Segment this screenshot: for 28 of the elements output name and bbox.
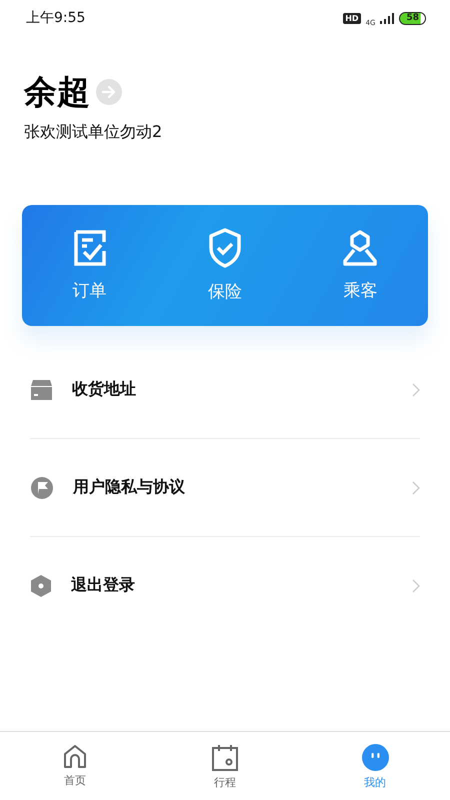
home-icon: [63, 744, 87, 769]
company-name: 张欢测试单位勿动2: [24, 122, 164, 143]
quick-action[interactable]: 保险: [157, 205, 293, 326]
hexagon-icon: [31, 574, 51, 596]
signal-icon: [380, 12, 394, 24]
user-name: 余超: [24, 72, 90, 112]
arrow-right-icon[interactable]: [96, 79, 122, 105]
chevron-right-icon: [412, 578, 420, 592]
flag-icon: [31, 476, 53, 498]
tab[interactable]: 首页: [0, 732, 150, 800]
quick-action[interactable]: 乘客: [292, 205, 428, 326]
chevron-right-icon: [412, 382, 420, 396]
calendar-icon: [212, 744, 238, 771]
tab[interactable]: 我的: [300, 732, 450, 800]
chevron-right-icon: [412, 480, 420, 494]
hd-badge: HD: [343, 12, 361, 24]
battery-indicator: 58: [399, 12, 426, 24]
person-icon: [342, 229, 378, 267]
shield-check-icon: [208, 228, 242, 268]
menu-item[interactable]: 收货地址: [30, 341, 420, 438]
tab[interactable]: 行程: [150, 732, 300, 800]
face-icon: [362, 744, 388, 771]
checklist-icon: [72, 229, 107, 267]
menu-item[interactable]: 退出登录: [30, 537, 420, 634]
quick-action[interactable]: 订单: [22, 205, 158, 326]
status-time: 上午9:55: [26, 9, 86, 27]
box-icon: [31, 380, 52, 400]
menu-item[interactable]: 用户隐私与协议: [30, 439, 420, 536]
